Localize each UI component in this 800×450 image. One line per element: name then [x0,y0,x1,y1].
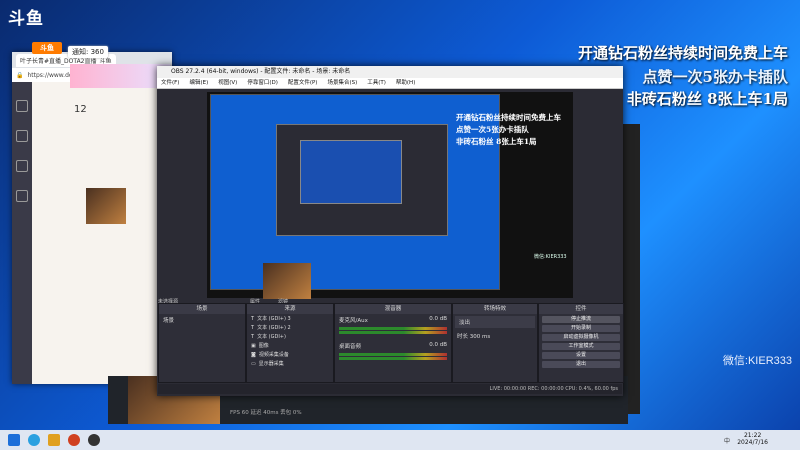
taskbar [0,430,800,450]
webcam-source [263,263,311,299]
source-item[interactable]: T 文本 (GDI+) [247,332,333,341]
controls-dock[interactable]: 控件 停止推流 开始录制 启动虚拟摄像机 工作室模式 设置 退出 [538,303,624,383]
transitions-header: 转场特效 [453,304,537,314]
menu-scene-collection[interactable]: 场景集合(S) [327,78,357,88]
track-db: 0.0 dB [429,316,447,322]
monitor-icon: ▭ [251,360,256,367]
duration-label: 时长 [457,334,469,340]
scenes-dock[interactable]: 场景 场景 [158,303,246,383]
menu-tools[interactable]: 工具(T) [367,78,386,88]
source-item[interactable]: ▭ 显示器采集 [247,359,333,368]
menu-profile[interactable]: 配置文件(P) [288,78,318,88]
windows-start-icon[interactable] [8,434,20,446]
source-label: 文本 (GDI+) 3 [257,316,291,322]
obs-icon[interactable] [88,434,100,446]
mixer-track: 麦克风/Aux 0.0 dB [335,314,451,326]
source-item[interactable]: T 文本 (GDI+) 3 [247,314,333,323]
scenes-header: 场景 [159,304,245,314]
preview-overlay-line: 点赞一次5张办卡插队 [456,125,529,134]
scene-item[interactable]: 场景 [159,314,245,326]
follow-icon[interactable] [16,100,28,112]
lock-icon: 🔒 [16,71,24,79]
douyu-watermark-logo: 斗鱼 [8,9,44,29]
file-explorer-icon[interactable] [48,434,60,446]
streamer-banner [70,64,170,88]
mixer-header: 混音器 [335,304,451,314]
volume-slider[interactable] [339,331,447,334]
sources-header: 来源 [247,304,333,314]
preview-overlay-line: 非砖石粉丝 8张上车1局 [456,137,537,146]
clock-date: 2024/7/16 [737,439,768,446]
track-name: 桌面音频 [339,344,362,350]
exit-button[interactable]: 退出 [542,361,620,368]
studio-mode-button[interactable]: 工作室模式 [542,343,620,350]
stop-streaming-button[interactable]: 停止推流 [542,316,620,323]
promo-line-2: 点赞一次5张办卡插队 [642,68,788,86]
obs-menu-bar: 文件(F) 编辑(E) 视图(V) 停靠窗口(D) 配置文件(P) 场景集合(S… [157,78,623,89]
start-recording-button[interactable]: 开始录制 [542,325,620,332]
image-icon: ▣ [251,342,256,349]
obs-title-bar: OBS 27.2.4 (64-bit, windows) - 配置文件: 未命名… [157,66,623,78]
fan-count: 12 [74,104,87,115]
menu-docks[interactable]: 停靠窗口(D) [247,78,278,88]
track-db: 0.0 dB [429,342,447,348]
transitions-dock[interactable]: 转场特效 淡出 时长 300 ms [452,303,538,383]
site-sidebar [12,82,32,384]
tray-language[interactable]: 中 [724,436,730,445]
text-icon: T [251,315,255,322]
source-label: 文本 (GDI+) [257,334,286,340]
source-item[interactable]: T 文本 (GDI+) 2 [247,323,333,332]
wechat-contact: 微信:KIER333 [722,355,792,367]
camera-icon: ◙ [251,351,256,358]
controls-header: 控件 [539,304,623,314]
mixer-track: 桌面音频 0.0 dB [335,340,451,352]
sources-dock[interactable]: 来源 T 文本 (GDI+) 3 T 文本 (GDI+) 2 T 文本 (GDI+) … [246,303,334,383]
edge-icon[interactable] [28,434,40,446]
source-label: 图像 [258,343,269,349]
volume-meter [339,353,447,356]
source-item[interactable]: ◙ 视频采集设备 [247,350,333,359]
transition-select[interactable]: 淡出 [455,316,535,328]
preview-wechat-text: 微信:KIER333 [534,254,567,260]
menu-view[interactable]: 视图(V) [218,78,237,88]
source-item[interactable]: ▣ 图像 [247,341,333,350]
volume-meter [339,327,447,330]
obs-status-bar: LIVE: 00:00:00 REC: 00:00:00 CPU: 0.4%, … [158,384,622,394]
tray-clock[interactable]: 21:22 2024/7/16 [737,432,768,446]
text-icon: T [251,324,255,331]
source-label: 显示器采集 [258,361,284,367]
audio-mixer-dock[interactable]: 混音器 麦克风/Aux 0.0 dB 桌面音频 0.0 dB [334,303,452,383]
preview-nested-desktop [300,140,402,204]
site-content [32,82,172,384]
clock-time: 21:22 [743,432,762,439]
text-icon: T [251,333,255,340]
preview-overlay-text: 开通钻石粉丝持续时间免费上车 点赞一次5张办卡插队 非砖石粉丝 8张上车1局 [456,112,561,148]
site-logo[interactable]: 斗鱼 [32,42,62,54]
source-label: 文本 (GDI+) 2 [257,325,291,331]
promo-line-1: 开通钻石粉丝持续时间免费上车 [577,44,788,62]
track-name: 麦克风/Aux [339,318,368,324]
menu-edit[interactable]: 编辑(E) [189,78,208,88]
volume-slider[interactable] [339,357,447,360]
menu-help[interactable]: 帮助(H) [396,78,415,88]
source-label: 视频采集设备 [258,352,289,358]
game-icon[interactable] [16,160,28,172]
duration-input[interactable]: 300 ms [470,334,490,340]
notice-badge[interactable]: 通知: 360 [68,46,108,58]
duration-row: 时长 300 ms [453,330,537,342]
preview-overlay-line: 开通钻石粉丝持续时间免费上车 [456,113,561,122]
settings-button[interactable]: 设置 [542,352,620,359]
promo-line-3: 非砖石粉丝 8张上车1局 [626,90,788,108]
rank-icon[interactable] [16,130,28,142]
app-icon[interactable] [68,434,80,446]
game-status-bar: FPS 60 延迟 40ms 丢包 0% [230,410,302,416]
room-thumbnail[interactable] [86,188,126,224]
virtual-camera-button[interactable]: 启动虚拟摄像机 [542,334,620,341]
menu-file[interactable]: 文件(F) [161,78,179,88]
live-icon[interactable] [16,190,28,202]
